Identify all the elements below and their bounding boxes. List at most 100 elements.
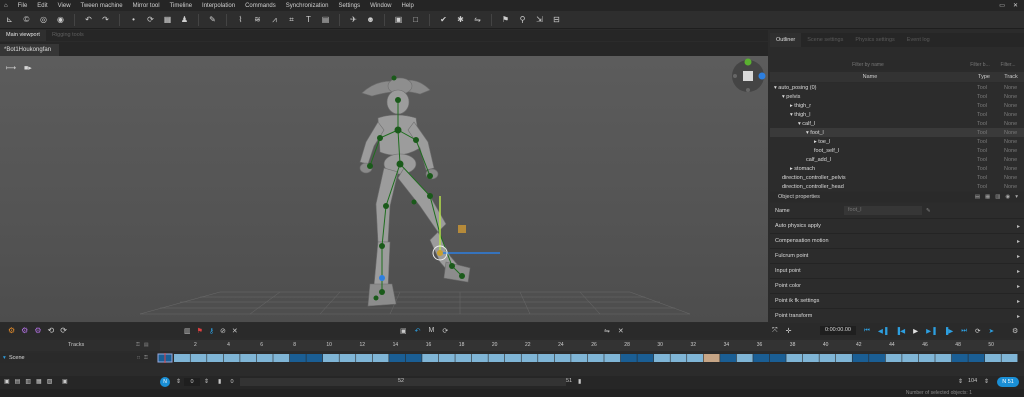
timeline-toggle-icon[interactable]: ⇋ [604, 327, 610, 335]
outliner-row[interactable]: calf_add_l Tool None [770, 155, 1024, 164]
close-mode-icon[interactable]: ✕ [232, 327, 238, 335]
flag-icon[interactable]: ⚑ [197, 327, 203, 335]
property-section[interactable]: Fulcrum point ▸ [770, 249, 1024, 264]
pivot-icon[interactable]: ◎ [38, 14, 49, 25]
menu-tween-machine[interactable]: Tween machine [81, 3, 123, 9]
mode-m-icon[interactable]: M [429, 327, 435, 335]
column-name[interactable]: Name [770, 72, 970, 82]
snap-icon[interactable]: ◉ [55, 14, 66, 25]
person-icon[interactable]: ☻ [365, 14, 376, 25]
visibility-icon[interactable]: ◉ [1005, 194, 1010, 200]
home-icon[interactable]: ⌂ [4, 3, 8, 9]
outliner-row[interactable]: ▸ stomach Tool None [770, 164, 1024, 173]
name-field[interactable]: foot_l [844, 206, 922, 215]
list-view-icon[interactable]: ▤ [975, 194, 980, 200]
tab-event-log[interactable]: Event log [901, 33, 936, 47]
play-icon[interactable]: ▶ [913, 327, 918, 335]
column-track[interactable]: Track [998, 72, 1024, 82]
tab-rigging-tools[interactable]: Rigging tools [46, 30, 90, 41]
filter-type-input[interactable]: Filter b... [966, 62, 994, 68]
layout-icon[interactable]: ▣ [400, 327, 407, 335]
transfer-icon[interactable]: ⇲ [534, 14, 545, 25]
property-section[interactable]: Compensation motion ▸ [770, 234, 1024, 249]
outliner-row[interactable]: ▾ pelvis Tool None [770, 92, 1024, 101]
frame-step-icon[interactable]: ⇕ [176, 378, 181, 385]
menu-settings[interactable]: Settings [338, 3, 360, 9]
menu-edit[interactable]: Edit [37, 3, 47, 9]
panel-menu-icon[interactable]: ▾ [1015, 194, 1018, 200]
frame-icon[interactable]: ▣ [393, 14, 404, 25]
tab-outliner[interactable]: Outliner [770, 33, 802, 47]
outliner-row[interactable]: ▸ toe_l Tool None [770, 137, 1024, 146]
menu-window[interactable]: Window [370, 3, 391, 9]
crosshair-icon[interactable]: ✛ [786, 327, 792, 335]
redo-icon[interactable]: ↷ [100, 14, 111, 25]
frame-step2-icon[interactable]: ⇕ [204, 378, 209, 385]
tab-physics-settings[interactable]: Physics settings [849, 33, 900, 47]
menu-interpolation[interactable]: Interpolation [202, 3, 235, 9]
compact-view-icon[interactable]: ▥ [995, 194, 1000, 200]
text-icon[interactable]: T [303, 14, 314, 25]
menu-help[interactable]: Help [402, 3, 414, 9]
frame-icon-small[interactable]: ▣ [62, 378, 68, 385]
curve-icon[interactable]: ⌇ [235, 14, 246, 25]
pose-icon[interactable]: ⚑ [500, 14, 511, 25]
grid-view-icon[interactable]: ▦ [985, 194, 990, 200]
run-icon[interactable]: ✈ [348, 14, 359, 25]
frame-start-field[interactable]: 0 [184, 378, 200, 386]
step-forward-icon[interactable]: ▶▐ [926, 327, 936, 335]
chart-icon[interactable]: ▤ [320, 14, 331, 25]
cycle2-icon[interactable]: ⟳ [60, 326, 67, 335]
property-section[interactable]: Point transform ▸ [770, 309, 1024, 324]
filter-icon[interactable]: ▤ [144, 342, 149, 348]
gear-purple-icon[interactable]: ⚙ [21, 326, 28, 335]
menu-synchronization[interactable]: Synchronization [286, 3, 329, 9]
crop-icon[interactable]: ⌗ [286, 14, 297, 25]
menu-file[interactable]: File [18, 3, 28, 9]
loop-playback-icon[interactable]: ⟳ [975, 327, 980, 335]
duplicate-track-icon[interactable]: ▤ [15, 378, 21, 385]
transform-gizmo-icon[interactable]: ⟼ [6, 64, 16, 72]
window-close-icon[interactable]: ✕ [1013, 2, 1018, 9]
outliner-row[interactable]: direction_controller_pelvis Tool None [770, 173, 1024, 182]
cycle-icon[interactable]: ⟲ [48, 326, 55, 335]
outliner-row[interactable]: ▾ thigh_l Tool None [770, 110, 1024, 119]
main-viewport[interactable] [0, 56, 768, 322]
outliner-row[interactable]: ▾ auto_posing (0) Tool None [770, 83, 1024, 92]
edit-icon[interactable]: ✎ [926, 208, 931, 214]
block-icon[interactable]: ⊘ [220, 327, 226, 335]
pointer-icon[interactable]: ➤ [989, 327, 994, 335]
outliner-row[interactable]: ▾ calf_l Tool None [770, 119, 1024, 128]
rotate-icon[interactable]: ⟳ [145, 14, 156, 25]
key-icon[interactable]: ⚷ [209, 327, 214, 335]
marker-n-icon[interactable]: N [160, 377, 170, 387]
bone-icon[interactable]: ⚲ [517, 14, 528, 25]
outliner-row[interactable]: ▾ foot_l Tool None [770, 128, 1024, 137]
split-icon[interactable]: ⇋ [472, 14, 483, 25]
range-end-icon[interactable]: ▮ [578, 378, 581, 385]
menu-commands[interactable]: Commands [245, 3, 276, 9]
total-frames-field[interactable]: 104 [968, 378, 977, 384]
menu-view[interactable]: View [58, 3, 71, 9]
property-section[interactable]: Point color ▸ [770, 279, 1024, 294]
grid-icon[interactable]: ▦ [162, 14, 173, 25]
gear-purple2-icon[interactable]: ⚙ [34, 326, 41, 335]
figure-icon[interactable]: ♟ [179, 14, 190, 25]
property-section[interactable]: Auto physics apply ▸ [770, 219, 1024, 234]
next-key-icon[interactable]: ▐▶ [944, 327, 954, 335]
point-icon[interactable]: • [128, 14, 139, 25]
menu-timeline[interactable]: Timeline [170, 3, 192, 9]
settings-gear-icon[interactable]: ⚙ [1012, 327, 1018, 335]
box-icon[interactable]: □ [410, 14, 421, 25]
new-track-icon[interactable]: ▣ [4, 378, 10, 385]
menu-mirror-tool[interactable]: Mirror tool [133, 3, 160, 9]
column-type[interactable]: Type [970, 72, 998, 82]
folder-icon[interactable]: ▥ [25, 378, 31, 385]
fps-badge[interactable]: N 51 [997, 377, 1019, 387]
prev-key-icon[interactable]: ◀▐ [878, 327, 888, 335]
film-icon[interactable]: ▥ [184, 327, 191, 335]
outliner-row[interactable]: ▸ thigh_r Tool None [770, 101, 1024, 110]
check-icon[interactable]: ✔ [438, 14, 449, 25]
axis-tool-icon[interactable]: ⊾ [4, 14, 15, 25]
gear-orange-icon[interactable]: ⚙ [8, 326, 15, 335]
